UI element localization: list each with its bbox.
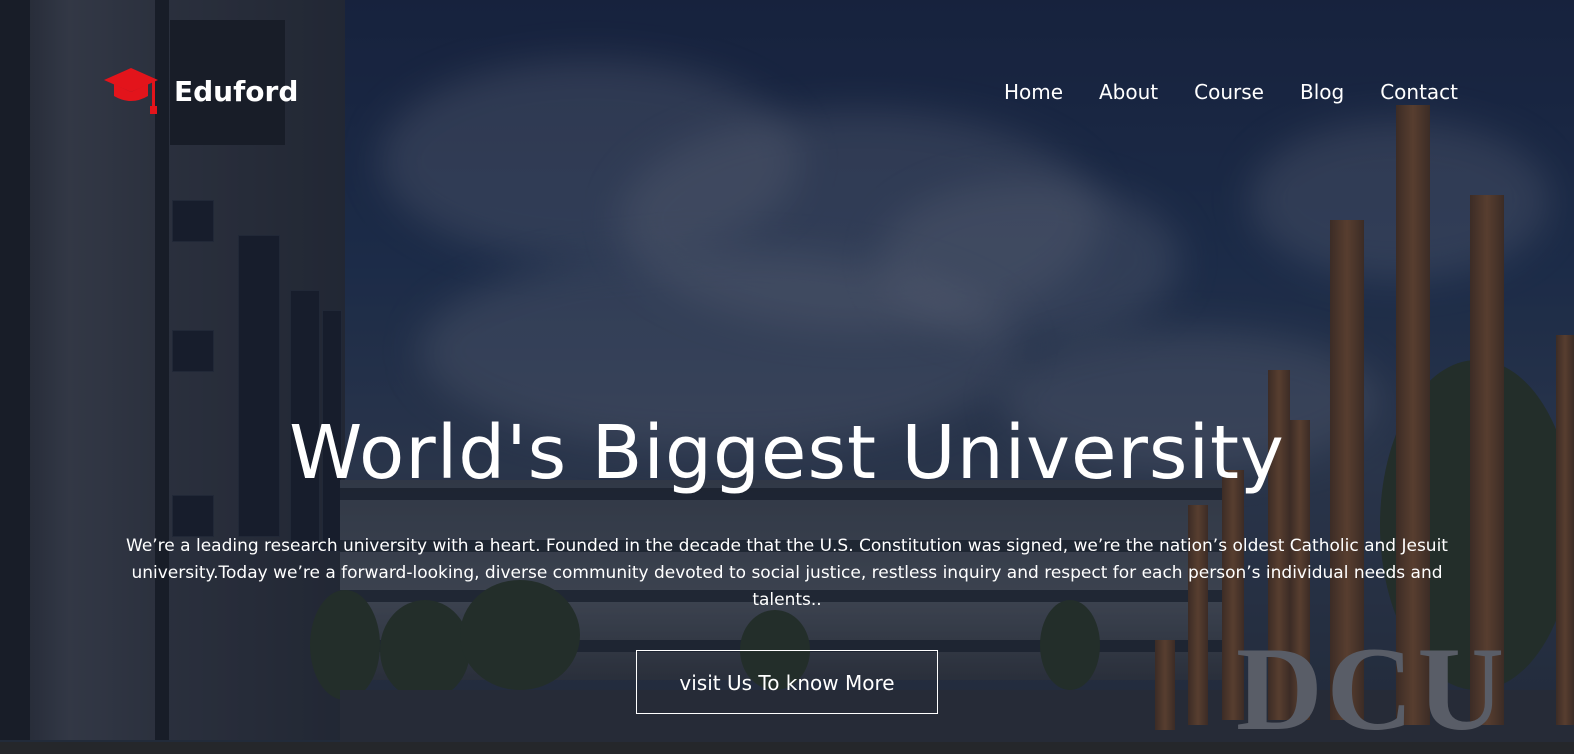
brand-name: Eduford: [174, 74, 299, 108]
hero-section: DCU Eduford Home About Course Blog Conta…: [0, 0, 1574, 754]
nav-item-contact: Contact: [1380, 80, 1458, 104]
nav-item-course: Course: [1194, 80, 1264, 104]
hero-content: World's Biggest University We’re a leadi…: [0, 405, 1574, 714]
nav-link-home[interactable]: Home: [1004, 80, 1063, 104]
bottom-edge-bar: [0, 742, 1574, 754]
nav-link-about[interactable]: About: [1099, 80, 1158, 104]
hero-title: World's Biggest University: [289, 410, 1285, 496]
graduation-cap-icon: [104, 68, 158, 114]
hero-description: We’re a leading research university with…: [126, 536, 1448, 610]
nav-link-blog[interactable]: Blog: [1300, 80, 1344, 104]
main-nav: Home About Course Blog Contact: [1004, 80, 1458, 104]
nav-item-about: About: [1099, 80, 1158, 104]
nav-item-blog: Blog: [1300, 80, 1344, 104]
nav-link-course[interactable]: Course: [1194, 80, 1264, 104]
nav-item-home: Home: [1004, 80, 1063, 104]
logo-link[interactable]: Eduford: [102, 66, 298, 116]
nav-link-contact[interactable]: Contact: [1380, 80, 1458, 104]
visit-us-button[interactable]: visit Us To know More: [636, 650, 938, 714]
site-header: Eduford Home About Course Blog Contact: [0, 0, 1574, 160]
